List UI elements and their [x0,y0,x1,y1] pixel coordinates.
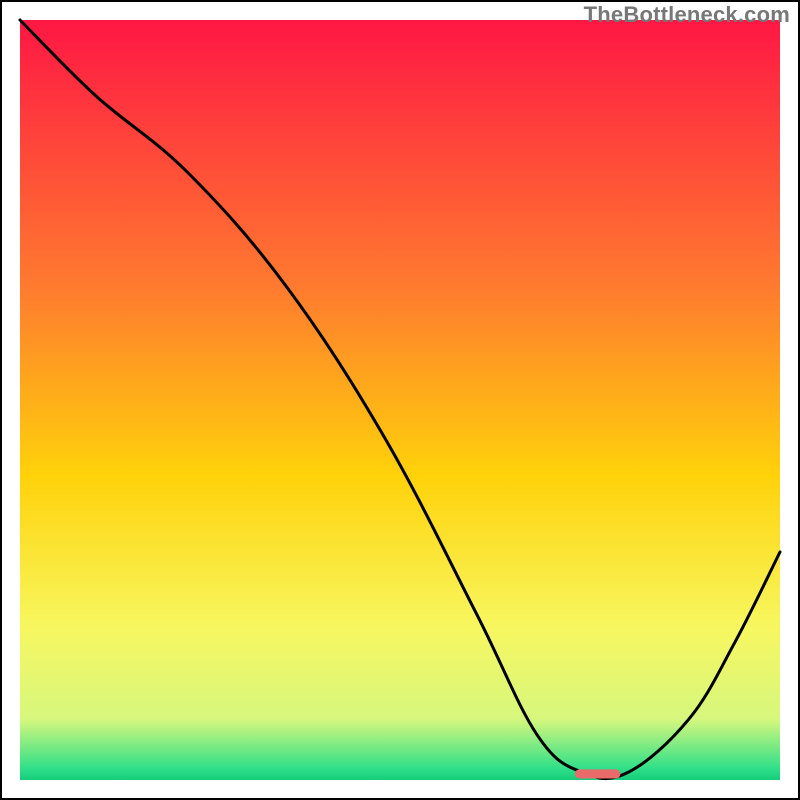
plot-area [20,20,780,780]
chart-svg [0,0,800,800]
gradient-background [20,20,780,780]
watermark-label: TheBottleneck.com [584,2,790,28]
sweet-spot-marker [575,769,621,778]
bottleneck-chart: TheBottleneck.com [0,0,800,800]
